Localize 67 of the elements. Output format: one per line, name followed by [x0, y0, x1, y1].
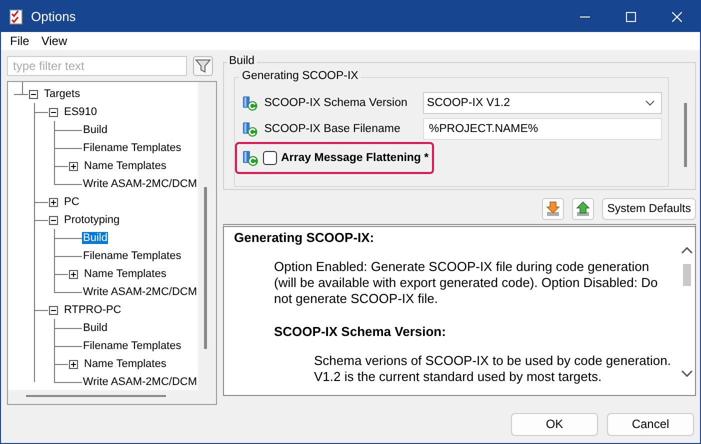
tree-item[interactable]: Build	[82, 322, 108, 334]
tree-item[interactable]: RTPRO-PC	[63, 304, 122, 316]
scrollbar[interactable]	[684, 103, 687, 167]
plus-box-icon[interactable]	[69, 360, 78, 368]
plus-box-icon[interactable]	[49, 198, 58, 206]
window-title: Options	[31, 9, 77, 24]
download-arrow-icon	[545, 201, 562, 217]
funnel-icon	[195, 58, 211, 74]
tree-item[interactable]: Write ASAM-2MC/DCM	[82, 376, 198, 388]
menu-item[interactable]: View	[35, 34, 74, 48]
help-text: not generate SCOOP-IX file.	[274, 291, 440, 307]
tree-item[interactable]: Filename Templates	[82, 142, 182, 154]
tree-item[interactable]: Write ASAM-2MC/DCM	[82, 178, 198, 190]
checkbox[interactable]	[263, 151, 277, 165]
setting-icon	[242, 94, 258, 112]
system-defaults-button[interactable]: System Defaults	[602, 198, 696, 220]
minus-box-icon[interactable]	[49, 216, 58, 224]
setting-icon	[242, 120, 258, 138]
tree-item[interactable]: Write ASAM-2MC/DCM	[82, 286, 198, 298]
chevron-down-icon	[644, 100, 655, 106]
help-text: V1.2 is the current standard used by most targets.	[314, 369, 603, 385]
checklist-icon	[9, 8, 23, 24]
tree-item[interactable]: Name Templates	[83, 160, 168, 172]
filter-button[interactable]	[193, 56, 213, 76]
tree-item[interactable]: PC	[63, 196, 80, 208]
tree-item[interactable]: Build	[82, 124, 108, 136]
minus-box-icon[interactable]	[49, 306, 58, 314]
export-button[interactable]	[572, 198, 594, 220]
minus-box-icon[interactable]	[49, 108, 58, 116]
ok-button[interactable]: OK	[511, 412, 598, 436]
upload-arrow-icon	[575, 201, 592, 217]
setting-label: SCOOP-IX Schema Version	[264, 97, 408, 109]
tree-item[interactable]: Filename Templates	[82, 250, 182, 262]
help-heading: Generating SCOOP-IX:	[234, 229, 376, 247]
tree-item[interactable]: Name Templates	[83, 268, 168, 280]
text-field[interactable]: %PROJECT.NAME%	[422, 118, 662, 140]
tree-item[interactable]: Targets	[43, 88, 82, 100]
help-text: Schema verions of SCOOP-IX to be used by code generation.	[314, 353, 672, 369]
plus-box-icon[interactable]	[69, 270, 78, 278]
menu-item[interactable]: File	[4, 34, 36, 48]
maximize-icon	[626, 12, 636, 22]
plus-box-icon[interactable]	[69, 162, 78, 170]
group-title: Generating SCOOP-IX	[239, 70, 362, 82]
cancel-button[interactable]: Cancel	[607, 412, 694, 436]
chevron-down-icon	[681, 370, 693, 377]
tree-item[interactable]: Name Templates	[83, 358, 168, 370]
tree-item[interactable]: Filename Templates	[82, 340, 182, 352]
minus-box-icon[interactable]	[29, 90, 38, 98]
tree-item[interactable]: ES910	[63, 106, 98, 118]
help-text: Option Enabled: Generate SCOOP-IX file during code generation	[274, 259, 650, 275]
chevron-up-icon	[681, 247, 693, 254]
scrollbar[interactable]	[204, 187, 207, 349]
group-title: Build	[227, 55, 257, 67]
setting-label: SCOOP-IX Base Filename	[264, 123, 402, 135]
tree-item[interactable]: Build	[82, 232, 108, 244]
help-heading: SCOOP-IX Schema Version:	[274, 323, 447, 341]
checkbox-label[interactable]: Array Message Flattening *	[281, 152, 429, 164]
help-text: (will be available with export generated code). Option Disabled: Do	[274, 275, 659, 291]
filter-field[interactable]: type filter text	[7, 56, 187, 76]
tree-item[interactable]: Prototyping	[63, 214, 121, 226]
dropdown-value: SCOOP-IX V1.2	[426, 97, 510, 109]
close-icon	[672, 12, 682, 22]
setting-icon	[242, 149, 259, 167]
import-button[interactable]	[542, 198, 564, 220]
dropdown[interactable]: SCOOP-IX V1.2	[422, 92, 662, 114]
scrollbar-thumb[interactable]	[683, 264, 691, 286]
scrollbar[interactable]	[26, 395, 166, 397]
